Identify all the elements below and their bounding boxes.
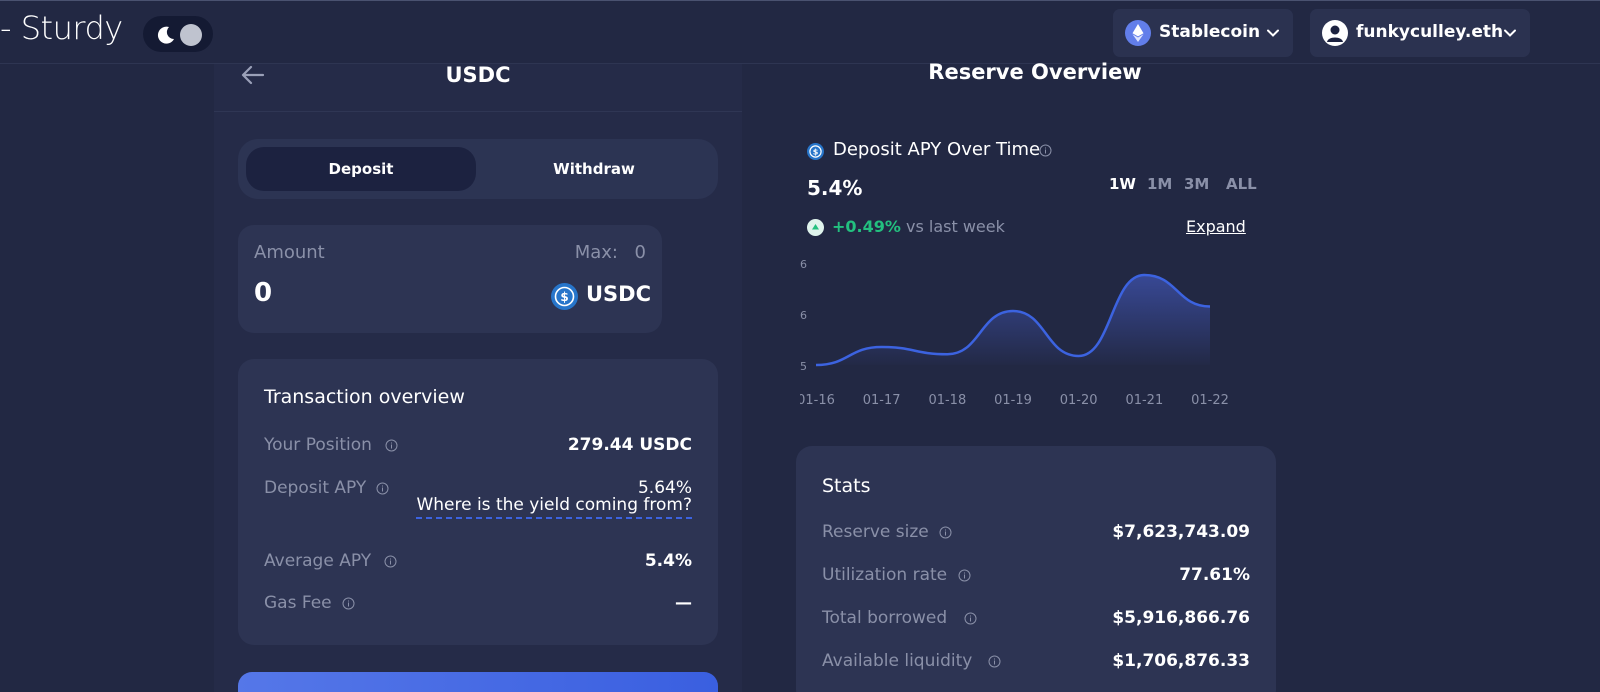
reserve-size-value: $7,623,743.09 xyxy=(1112,522,1250,542)
asset-title: USDC xyxy=(445,63,511,87)
chevron-down-icon xyxy=(1504,29,1516,37)
range-tab-1m[interactable]: 1M xyxy=(1147,175,1172,193)
info-icon[interactable] xyxy=(376,482,389,495)
info-icon[interactable] xyxy=(939,526,952,539)
utilization-rate-label: Utilization rate xyxy=(822,565,948,585)
tab-deposit[interactable]: Deposit xyxy=(246,147,476,191)
user-icon xyxy=(1322,20,1348,46)
apy-change-suffix: vs last week xyxy=(906,217,1005,236)
usdc-icon: $ xyxy=(551,283,578,310)
amount-card: Amount Max: 0 0 $ USDC xyxy=(238,225,662,333)
logo[interactable]: - Sturdy xyxy=(0,9,123,47)
stats-title: Stats xyxy=(822,475,871,497)
gas-fee-value: — xyxy=(675,593,692,613)
info-icon[interactable] xyxy=(988,655,1001,668)
y-tick-label: 5 xyxy=(800,360,807,373)
average-apy-value: 5.4% xyxy=(644,551,692,571)
x-tick-label: 01-19 xyxy=(994,393,1032,408)
x-tick-label: 01-20 xyxy=(1060,393,1098,408)
transaction-overview-title: Transaction overview xyxy=(264,386,465,408)
range-tab-1w[interactable]: 1W xyxy=(1109,175,1136,193)
apy-change-value: +0.49% xyxy=(832,217,901,236)
total-borrowed-value: $5,916,866.76 xyxy=(1112,608,1250,628)
available-liquidity-label: Available liquidity xyxy=(822,651,973,671)
amount-token: USDC xyxy=(586,282,652,306)
chart-area xyxy=(816,275,1210,365)
range-tab-all[interactable]: ALL xyxy=(1226,175,1257,193)
account-label: funkyculley.eth xyxy=(1356,22,1504,42)
tab-withdraw-label: Withdraw xyxy=(553,160,635,178)
theme-toggle[interactable] xyxy=(143,16,213,52)
tab-deposit-label: Deposit xyxy=(328,160,394,178)
info-icon[interactable] xyxy=(964,612,977,625)
asset-panel: USDC Deposit Withdraw Amount Max: 0 0 $ … xyxy=(214,63,742,692)
network-label: Stablecoin xyxy=(1159,22,1261,42)
max-value[interactable]: 0 xyxy=(635,242,646,263)
action-tabs: Deposit Withdraw xyxy=(238,139,718,199)
max-label[interactable]: Max: xyxy=(575,242,618,263)
network-selector[interactable]: Stablecoin xyxy=(1113,9,1293,57)
x-tick-label: 01-22 xyxy=(1191,393,1229,408)
apy-chart: 6 6 5 01-16 01-17 01-18 01-19 01-20 01-21 01-22 xyxy=(800,258,1229,408)
current-apy-value: 5.4% xyxy=(807,176,863,200)
transaction-overview-card: Transaction overview Your Position 279.4… xyxy=(238,359,718,645)
available-liquidity-value: $1,706,876.33 xyxy=(1112,651,1250,671)
your-position-value: 279.44 USDC xyxy=(567,435,692,455)
total-borrowed-label: Total borrowed xyxy=(822,608,948,628)
info-icon[interactable] xyxy=(385,439,398,452)
your-position-label: Your Position xyxy=(264,435,372,455)
top-bar: - Sturdy Stablecoin funkyculley.eth xyxy=(0,0,1600,64)
gas-fee-label: Gas Fee xyxy=(264,593,332,613)
average-apy-label: Average APY xyxy=(264,551,372,571)
svg-text:$: $ xyxy=(813,148,819,157)
chart-title: Deposit APY Over Time xyxy=(833,139,1041,160)
info-icon[interactable] xyxy=(958,569,971,582)
ethereum-icon xyxy=(1125,20,1151,46)
expand-link[interactable]: Expand xyxy=(1186,217,1246,236)
reserve-overview-title: Reserve Overview xyxy=(928,60,1142,84)
svg-text:$: $ xyxy=(560,290,568,304)
x-tick-label: 01-16 xyxy=(800,393,835,408)
x-tick-label: 01-18 xyxy=(928,393,966,408)
range-tab-3m[interactable]: 3M xyxy=(1184,175,1209,193)
y-tick-label: 6 xyxy=(800,258,807,271)
trend-up-icon xyxy=(807,219,824,236)
info-icon[interactable] xyxy=(1039,144,1052,157)
usdc-icon: $ xyxy=(807,143,824,160)
deposit-apy-label: Deposit APY xyxy=(264,478,367,498)
utilization-rate-value: 77.61% xyxy=(1179,565,1250,585)
reserve-size-label: Reserve size xyxy=(822,522,929,542)
submit-button[interactable] xyxy=(238,672,718,692)
info-icon[interactable] xyxy=(384,555,397,568)
tab-withdraw[interactable]: Withdraw xyxy=(478,147,710,191)
moon-icon xyxy=(157,26,174,44)
yield-source-link[interactable]: Where is the yield coming from? xyxy=(416,495,692,519)
chevron-down-icon xyxy=(1267,29,1279,37)
info-icon[interactable] xyxy=(342,597,355,610)
stats-card: Stats Reserve size $7,623,743.09 Utiliza… xyxy=(796,446,1276,692)
x-tick-label: 01-17 xyxy=(863,393,901,408)
amount-input[interactable]: 0 xyxy=(254,278,272,308)
amount-label: Amount xyxy=(254,242,325,263)
divider xyxy=(214,111,742,112)
toggle-knob xyxy=(180,24,202,46)
y-tick-label: 6 xyxy=(800,309,807,322)
x-tick-label: 01-21 xyxy=(1125,393,1163,408)
account-selector[interactable]: funkyculley.eth xyxy=(1310,9,1530,57)
